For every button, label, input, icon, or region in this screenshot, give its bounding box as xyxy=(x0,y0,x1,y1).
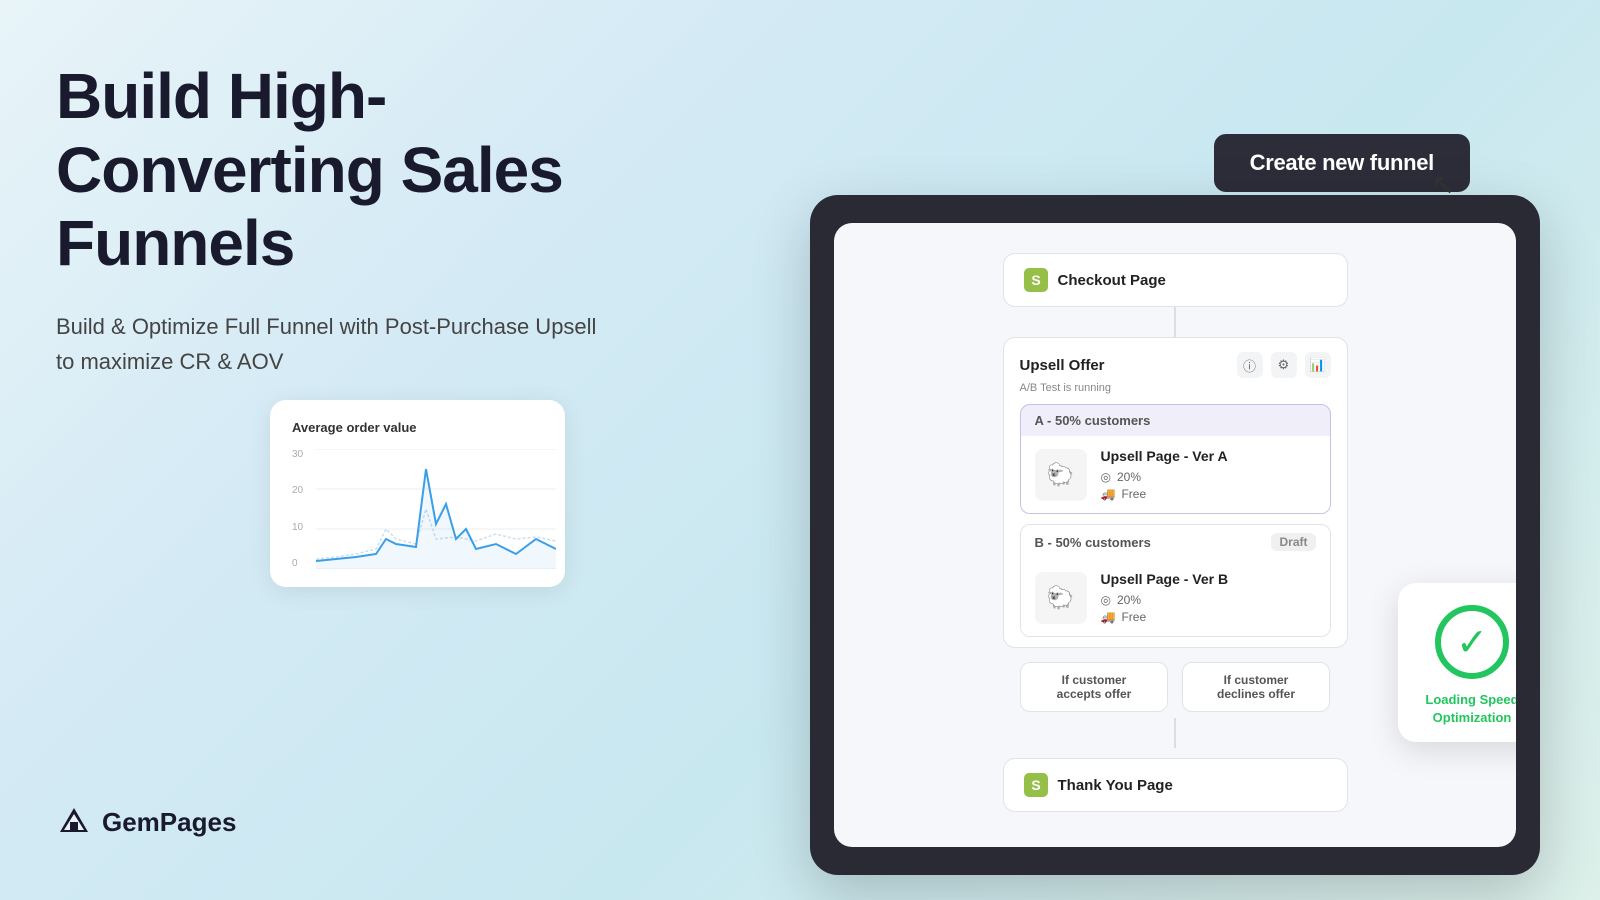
conversion-icon-a: ◎ xyxy=(1101,470,1111,484)
connector-1 xyxy=(1174,307,1176,337)
variant-b-label: B - 50% customers xyxy=(1035,535,1151,550)
price-icon-b: 🚚 xyxy=(1101,610,1116,624)
tablet-inner: S Checkout Page Upsell Offer ⓘ ⚙ 📊 A/B T… xyxy=(834,223,1516,847)
chart-label-30: 30 xyxy=(292,449,303,460)
svg-text:S: S xyxy=(1031,777,1040,793)
product-meta-a: ◎ 20% 🚚 Free xyxy=(1101,470,1316,501)
tablet-frame: S Checkout Page Upsell Offer ⓘ ⚙ 📊 A/B T… xyxy=(810,195,1540,875)
stats-icon-btn[interactable]: 📊 xyxy=(1305,352,1331,378)
svg-text:S: S xyxy=(1031,272,1040,288)
conversion-value-a: 20% xyxy=(1117,470,1141,484)
variant-b-header: B - 50% customers Draft xyxy=(1021,525,1330,559)
variant-a-label: A - 50% customers xyxy=(1035,413,1151,428)
ab-test-label: A/B Test is running xyxy=(1020,382,1331,394)
shopify-icon-2: S xyxy=(1024,773,1048,797)
checkout-page-node: S Checkout Page xyxy=(1003,253,1348,307)
hero-subtitle: Build & Optimize Full Funnel with Post-P… xyxy=(56,309,616,379)
info-icon-btn[interactable]: ⓘ xyxy=(1237,352,1263,378)
upsell-offer-card: Upsell Offer ⓘ ⚙ 📊 A/B Test is running A… xyxy=(1003,337,1348,648)
product-name-a: Upsell Page - Ver A xyxy=(1101,448,1316,464)
settings-icon-btn[interactable]: ⚙ xyxy=(1271,352,1297,378)
variant-b-content: 🐑 Upsell Page - Ver B ◎ 20% 🚚 Free xyxy=(1021,559,1330,636)
hero-section: Build High-Converting Sales Funnels Buil… xyxy=(56,60,616,379)
chart-label-10: 10 xyxy=(292,522,303,533)
hero-title: Build High-Converting Sales Funnels xyxy=(56,60,616,281)
declines-offer-btn[interactable]: If customer declines offer xyxy=(1182,662,1330,712)
conversion-icon-b: ◎ xyxy=(1101,593,1111,607)
variant-a-header: A - 50% customers xyxy=(1021,405,1330,436)
chart-label-0: 0 xyxy=(292,558,303,569)
variant-b-block: B - 50% customers Draft 🐑 Upsell Page - … xyxy=(1020,524,1331,637)
connector-2 xyxy=(1174,718,1176,748)
product-meta-b: ◎ 20% 🚚 Free xyxy=(1101,593,1316,624)
product-info-b: Upsell Page - Ver B ◎ 20% 🚚 Free xyxy=(1101,571,1316,624)
chart-area: 30 20 10 0 xyxy=(292,449,543,569)
conversion-row-a: ◎ 20% xyxy=(1101,470,1316,484)
speed-badge-label: Loading Speed Optimization xyxy=(1416,691,1516,726)
shopify-icon: S xyxy=(1024,268,1048,292)
upsell-title: Upsell Offer xyxy=(1020,357,1105,374)
accepts-offer-btn[interactable]: If customer accepts offer xyxy=(1020,662,1168,712)
chart-title: Average order value xyxy=(292,420,543,435)
speed-check-circle: ✓ xyxy=(1435,605,1509,679)
chart-y-labels: 30 20 10 0 xyxy=(292,449,303,569)
variant-a-content: 🐑 Upsell Page - Ver A ◎ 20% 🚚 Free xyxy=(1021,436,1330,513)
logo: GemPages xyxy=(56,804,236,840)
upsell-action-icons: ⓘ ⚙ 📊 xyxy=(1237,352,1331,378)
logo-text: GemPages xyxy=(102,807,236,838)
thank-you-page-node: S Thank You Page xyxy=(1003,758,1348,812)
chart-label-20: 20 xyxy=(292,485,303,496)
draft-badge: Draft xyxy=(1271,533,1315,551)
conversion-row-b: ◎ 20% xyxy=(1101,593,1316,607)
price-row-b: 🚚 Free xyxy=(1101,610,1316,624)
variant-a-block: A - 50% customers 🐑 Upsell Page - Ver A … xyxy=(1020,404,1331,514)
speed-badge: ✓ Loading Speed Optimization xyxy=(1398,583,1516,742)
product-info-a: Upsell Page - Ver A ◎ 20% 🚚 Free xyxy=(1101,448,1316,501)
chart-svg xyxy=(316,449,556,569)
product-thumb-b: 🐑 xyxy=(1035,572,1087,624)
price-icon-a: 🚚 xyxy=(1101,487,1116,501)
chart-card: Average order value 30 20 10 0 xyxy=(270,400,565,587)
price-value-b: Free xyxy=(1121,610,1146,624)
logo-icon xyxy=(56,804,92,840)
thank-you-page-label: Thank You Page xyxy=(1058,777,1173,794)
upsell-header: Upsell Offer ⓘ ⚙ 📊 xyxy=(1020,352,1331,378)
conversion-value-b: 20% xyxy=(1117,593,1141,607)
checkout-page-label: Checkout Page xyxy=(1058,272,1166,289)
price-value-a: Free xyxy=(1121,487,1146,501)
product-name-b: Upsell Page - Ver B xyxy=(1101,571,1316,587)
price-row-a: 🚚 Free xyxy=(1101,487,1316,501)
product-thumb-a: 🐑 xyxy=(1035,449,1087,501)
